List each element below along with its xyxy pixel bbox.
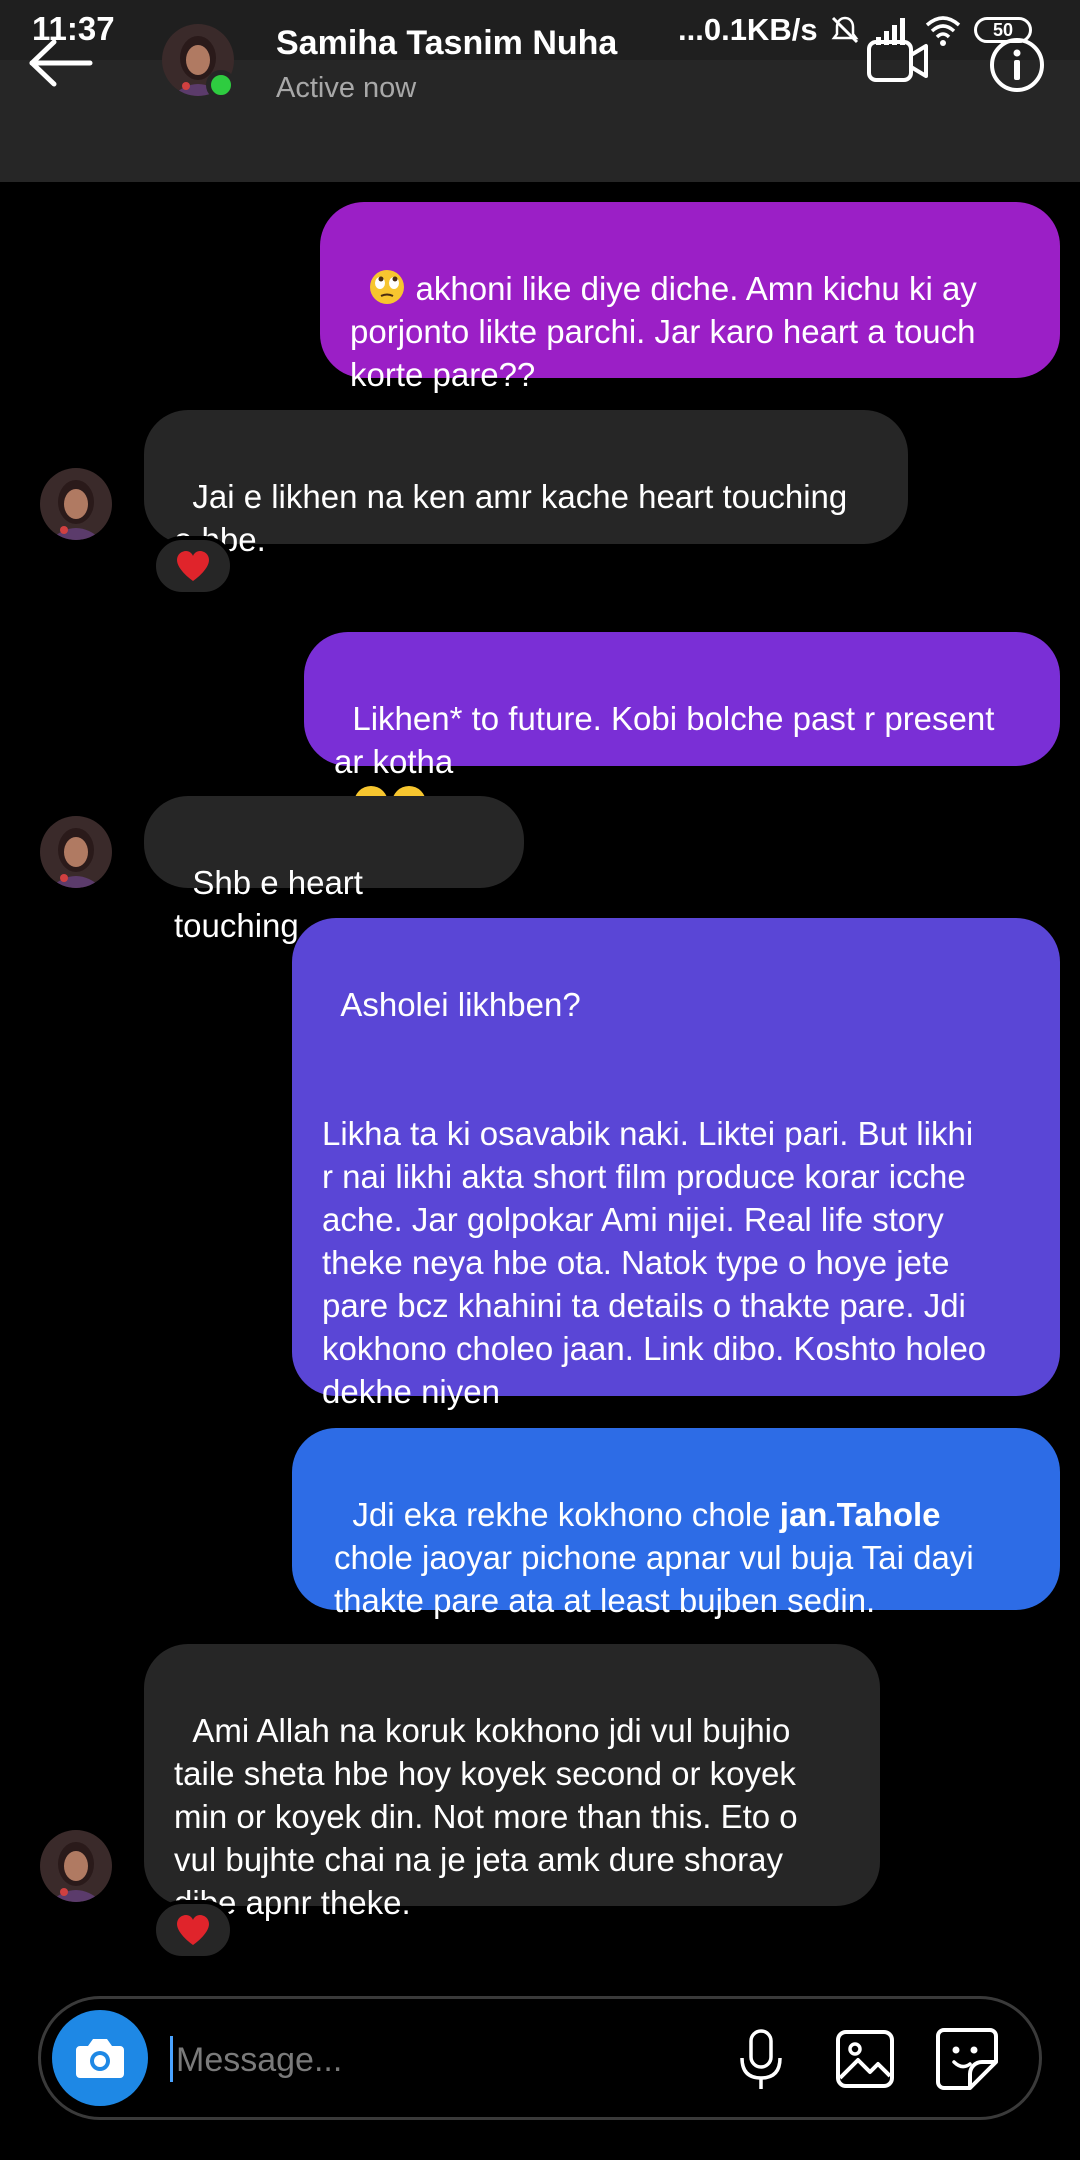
mute-icon [831,16,859,44]
camera-button[interactable] [52,2010,148,2106]
message-input[interactable] [168,2032,716,2088]
camera-icon [76,2039,124,2078]
message-text: Likhen* to future. Kobi bolche past r pr… [334,700,995,780]
message-text: Jdi eka rekhe kokhono chole [352,1496,780,1533]
message-text: Ami Allah na koruk kokhono jdi vul bujhi… [174,1712,798,1921]
message-bubble-received[interactable]: Shb e heart touching [144,796,524,944]
info-icon[interactable] [988,36,1046,94]
message-bubble-received[interactable]: Jai e likhen na ken amr kache heart touc… [144,410,908,558]
reaction-badge[interactable] [152,536,234,596]
message-bubble-received[interactable]: Ami Allah na koruk kokhono jdi vul bujhi… [144,1644,880,1921]
heart-icon [177,551,209,581]
contact-name[interactable]: Samiha Tasnim Nuha [276,24,617,63]
message-text: chole jaoyar pichone apnar vul buja Tai … [334,1539,974,1619]
message-bubble-sent[interactable]: akhoni like diye diche. Amn kichu ki ay … [320,202,1060,393]
message-bubble-sent[interactable]: Jdi eka rekhe kokhono chole jan.Tahole c… [292,1428,1060,1619]
sender-avatar[interactable] [40,468,112,540]
video-call-icon[interactable] [866,36,930,86]
eye-roll-emoji-icon [370,270,405,304]
online-indicator [206,70,236,100]
message-text: akhoni like diye diche. Amn kichu ki ay … [350,270,977,393]
sticker-icon[interactable] [934,2026,1000,2092]
network-speed: ...0.1KB/s [678,12,818,47]
sender-avatar[interactable] [40,816,112,888]
reaction-badge[interactable] [152,1900,234,1960]
heart-icon [177,1915,209,1945]
sender-avatar[interactable] [40,1830,112,1902]
back-arrow-icon[interactable] [26,38,96,88]
contact-status: Active now [276,72,417,104]
message-bubble-sent[interactable]: Likhen* to future. Kobi bolche past r pr… [304,632,1060,820]
microphone-icon[interactable] [736,2028,786,2092]
gallery-icon[interactable] [834,2028,896,2090]
message-text: Asholei likhben? Likha ta ki osavabik na… [322,986,987,1410]
message-bubble-sent[interactable]: Asholei likhben? Likha ta ki osavabik na… [292,918,1060,1410]
message-text-bold: jan.Tahole [779,1496,941,1533]
message-text: Jai e likhen na ken amr kache heart touc… [174,478,848,558]
